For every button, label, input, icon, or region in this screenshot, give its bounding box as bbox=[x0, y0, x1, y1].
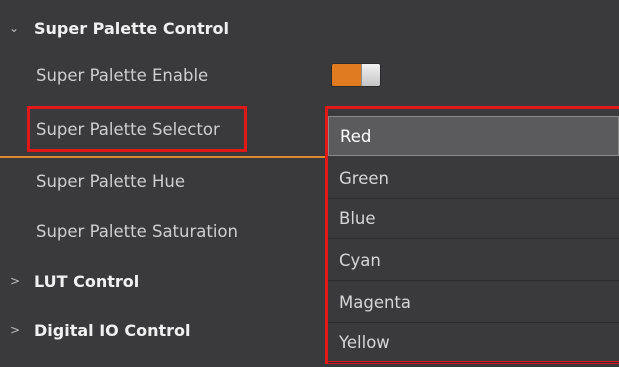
toggle-knob[interactable] bbox=[360, 64, 380, 86]
group-label: Digital IO Control bbox=[34, 320, 191, 340]
dropdown-option-yellow[interactable]: Yellow bbox=[328, 323, 619, 363]
dropdown-option-cyan[interactable]: Cyan bbox=[328, 241, 619, 281]
dropdown-option-red[interactable]: Red bbox=[328, 116, 619, 156]
property-label: Super Palette Enable bbox=[36, 65, 209, 85]
toggle-on-fill bbox=[332, 64, 361, 86]
property-label: Super Palette Hue bbox=[36, 171, 185, 191]
dropdown-option-magenta[interactable]: Magenta bbox=[328, 283, 619, 323]
group-label: LUT Control bbox=[34, 271, 140, 291]
dropdown-option-green[interactable]: Green bbox=[328, 159, 619, 199]
chevron-right-icon[interactable]: > bbox=[10, 324, 20, 336]
group-label: Super Palette Control bbox=[34, 18, 229, 38]
selector-dropdown-list[interactable]: Red Green Blue Cyan Magenta Yellow bbox=[325, 106, 619, 364]
chevron-right-icon[interactable]: > bbox=[10, 275, 20, 287]
property-row-enable: Super Palette Enable bbox=[0, 50, 619, 100]
selector-highlight-box bbox=[27, 106, 247, 152]
property-label: Super Palette Saturation bbox=[36, 221, 238, 241]
chevron-down-icon[interactable]: ⌄ bbox=[9, 22, 19, 34]
group-super-palette-control[interactable]: ⌄ Super Palette Control bbox=[0, 3, 619, 53]
dropdown-option-blue[interactable]: Blue bbox=[328, 199, 619, 239]
properties-panel: ⌄ Super Palette Control Super Palette En… bbox=[0, 0, 619, 367]
enable-toggle[interactable] bbox=[331, 63, 381, 87]
